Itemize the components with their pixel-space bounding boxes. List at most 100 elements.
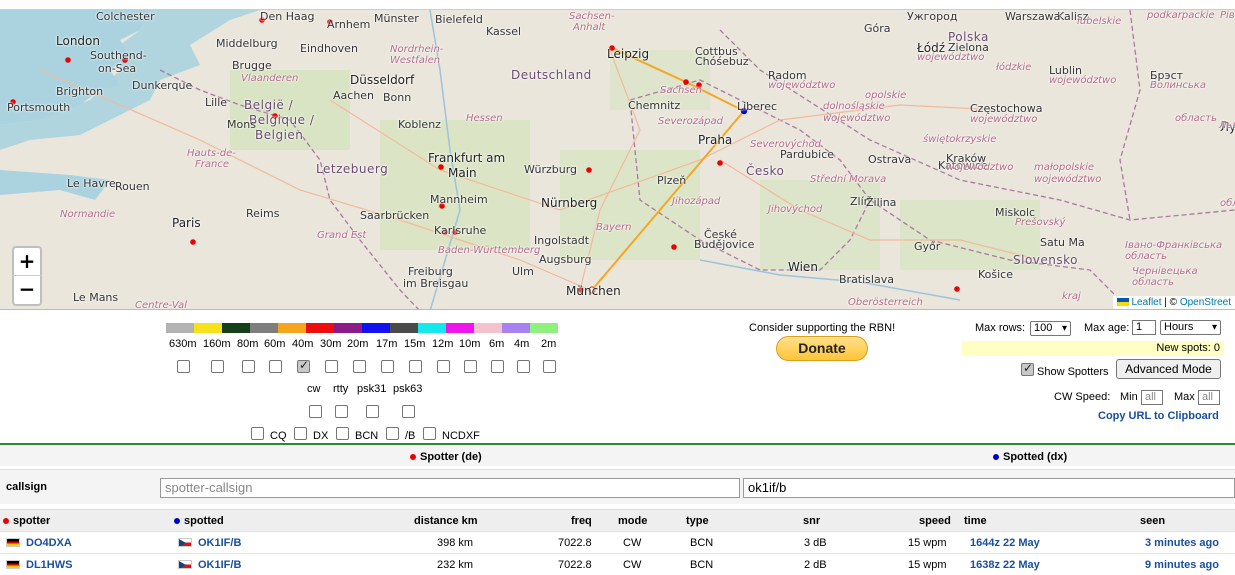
mode-checkbox-cw[interactable]	[309, 405, 322, 418]
zoom-out-button[interactable]: −	[12, 276, 42, 306]
band-label-80m: 80m	[237, 338, 258, 350]
germany-flag-icon	[6, 538, 20, 547]
red-dot-icon	[410, 454, 416, 460]
map-label: Rouen	[115, 180, 150, 193]
max-age-input[interactable]: 1	[1132, 320, 1156, 335]
band-checkbox-60m[interactable]	[269, 360, 282, 373]
band-label-2m: 2m	[541, 338, 556, 350]
col-freq[interactable]: freq	[571, 515, 592, 527]
mode-cell: CW	[623, 537, 641, 549]
map-label: Deutschland	[511, 68, 592, 82]
band-color-bar	[166, 323, 558, 333]
col-distance[interactable]: distance km	[414, 515, 478, 527]
band-label-160m: 160m	[203, 338, 231, 350]
max-rows-select[interactable]: 100	[1030, 321, 1071, 336]
band-checkbox-10m[interactable]	[464, 360, 477, 373]
map-label: Střední Morava	[810, 174, 886, 185]
map-label: Mannheim	[430, 193, 488, 206]
show-spotters-checkbox[interactable]	[1021, 363, 1034, 376]
map-label: Oberösterreich	[848, 297, 923, 308]
leaflet-link[interactable]: Leaflet	[1132, 297, 1162, 308]
max-age-unit-select[interactable]: Hours	[1160, 320, 1221, 335]
spotter-cell[interactable]: DO4DXA	[6, 537, 72, 549]
col-seen[interactable]: seen	[1140, 515, 1165, 527]
map-label: Ужгород	[907, 10, 957, 23]
spotter-cell[interactable]: DL1HWS	[6, 559, 72, 571]
col-speed[interactable]: speed	[919, 515, 951, 527]
band-checkbox-12m[interactable]	[437, 360, 450, 373]
band-checkbox-160m[interactable]	[211, 360, 224, 373]
spotter-callsign-input[interactable]: spotter-callsign	[160, 478, 740, 498]
type-checkbox-cq[interactable]	[251, 427, 264, 440]
band-checkbox-40m[interactable]	[297, 360, 310, 373]
spot-map[interactable]: ColchesterLondonSouthend-on-SeaBrightonP…	[0, 9, 1235, 310]
map-label: Львівська	[1219, 120, 1235, 131]
spotted-callsign-input[interactable]: ok1if/b	[743, 478, 1235, 498]
col-mode[interactable]: mode	[618, 515, 647, 527]
band-checkbox-4m[interactable]	[517, 360, 530, 373]
band-filter	[166, 323, 558, 333]
map-label: Chemnitz	[628, 99, 680, 112]
type-label: /B	[405, 430, 415, 442]
distance-cell: 398 km	[437, 537, 473, 549]
map-label: Bielefeld	[435, 13, 483, 26]
col-type[interactable]: type	[686, 515, 709, 527]
map-label: France	[195, 159, 229, 170]
band-checkbox-20m[interactable]	[353, 360, 366, 373]
band-checkbox-17m[interactable]	[381, 360, 394, 373]
cw-speed-min-input[interactable]: all	[1141, 390, 1163, 405]
mode-checkbox-psk31[interactable]	[366, 405, 379, 418]
time-cell[interactable]: 1638z 22 May	[970, 559, 1040, 571]
band-checkbox-6m[interactable]	[491, 360, 504, 373]
map-label: on-Sea	[98, 62, 136, 75]
mode-checkbox-rtty[interactable]	[335, 405, 348, 418]
map-label: Košice	[978, 268, 1013, 281]
col-spotted[interactable]: spotted	[174, 515, 224, 527]
band-checkbox-80m[interactable]	[242, 360, 255, 373]
max-age-label: Max age:	[1084, 322, 1129, 334]
col-snr[interactable]: snr	[803, 515, 820, 527]
mode-label-cw: cw	[307, 383, 320, 395]
band-checkbox-15m[interactable]	[409, 360, 422, 373]
czech-flag-icon	[178, 538, 192, 547]
spotted-cell[interactable]: OK1IF/B	[178, 537, 241, 549]
type-checkbox-ncdxf[interactable]	[423, 427, 436, 440]
map-label: Chóśebuz	[695, 55, 749, 68]
map-label: świętokrzyskie	[923, 134, 996, 145]
type-checkbox-bcn[interactable]	[336, 427, 349, 440]
legend-row: Spotter (de) Spotted (dx)	[0, 446, 1235, 466]
spotted-legend: Spotted (dx)	[993, 451, 1067, 463]
map-label: Žilina	[866, 196, 896, 209]
copy-url-link[interactable]: Copy URL to Clipboard	[1098, 410, 1219, 422]
band-color-swatch	[502, 323, 530, 333]
zoom-in-button[interactable]: +	[12, 246, 42, 276]
band-label-17m: 17m	[376, 338, 397, 350]
snr-cell: 2 dB	[804, 559, 827, 571]
time-cell[interactable]: 1644z 22 May	[970, 537, 1040, 549]
spotted-cell[interactable]: OK1IF/B	[178, 559, 241, 571]
cw-speed-max-label: Max	[1174, 391, 1195, 403]
map-label: Anhalt	[573, 22, 605, 33]
map-attribution: Leaflet | © OpenStreet	[1113, 296, 1235, 309]
col-time[interactable]: time	[964, 515, 987, 527]
openstreetmap-link[interactable]: OpenStreet	[1180, 297, 1231, 308]
cw-speed-max-input[interactable]: all	[1198, 390, 1220, 405]
type-checkbox-dx[interactable]	[294, 427, 307, 440]
map-label: Praha	[698, 133, 732, 147]
col-spotter[interactable]: spotter	[3, 515, 50, 527]
donate-button[interactable]: Donate	[776, 336, 868, 361]
map-label: Jihozápad	[672, 196, 720, 207]
band-checkbox-30m[interactable]	[325, 360, 338, 373]
mode-checkbox-psk63[interactable]	[402, 405, 415, 418]
map-label: Brugge	[232, 59, 272, 72]
band-label-40m: 40m	[292, 338, 313, 350]
map-label: Jihovýchod	[768, 204, 822, 215]
map-label: Le Havre	[67, 177, 116, 190]
map-label: Liberec	[737, 100, 777, 113]
map-label: Prešovský	[1015, 217, 1065, 228]
band-checkbox-2m[interactable]	[543, 360, 556, 373]
band-checkbox-630m[interactable]	[177, 360, 190, 373]
show-spotters-label: Show Spotters	[1037, 366, 1109, 378]
advanced-mode-button[interactable]: Advanced Mode	[1116, 359, 1221, 379]
type-checkbox-slash-b[interactable]	[386, 427, 399, 440]
